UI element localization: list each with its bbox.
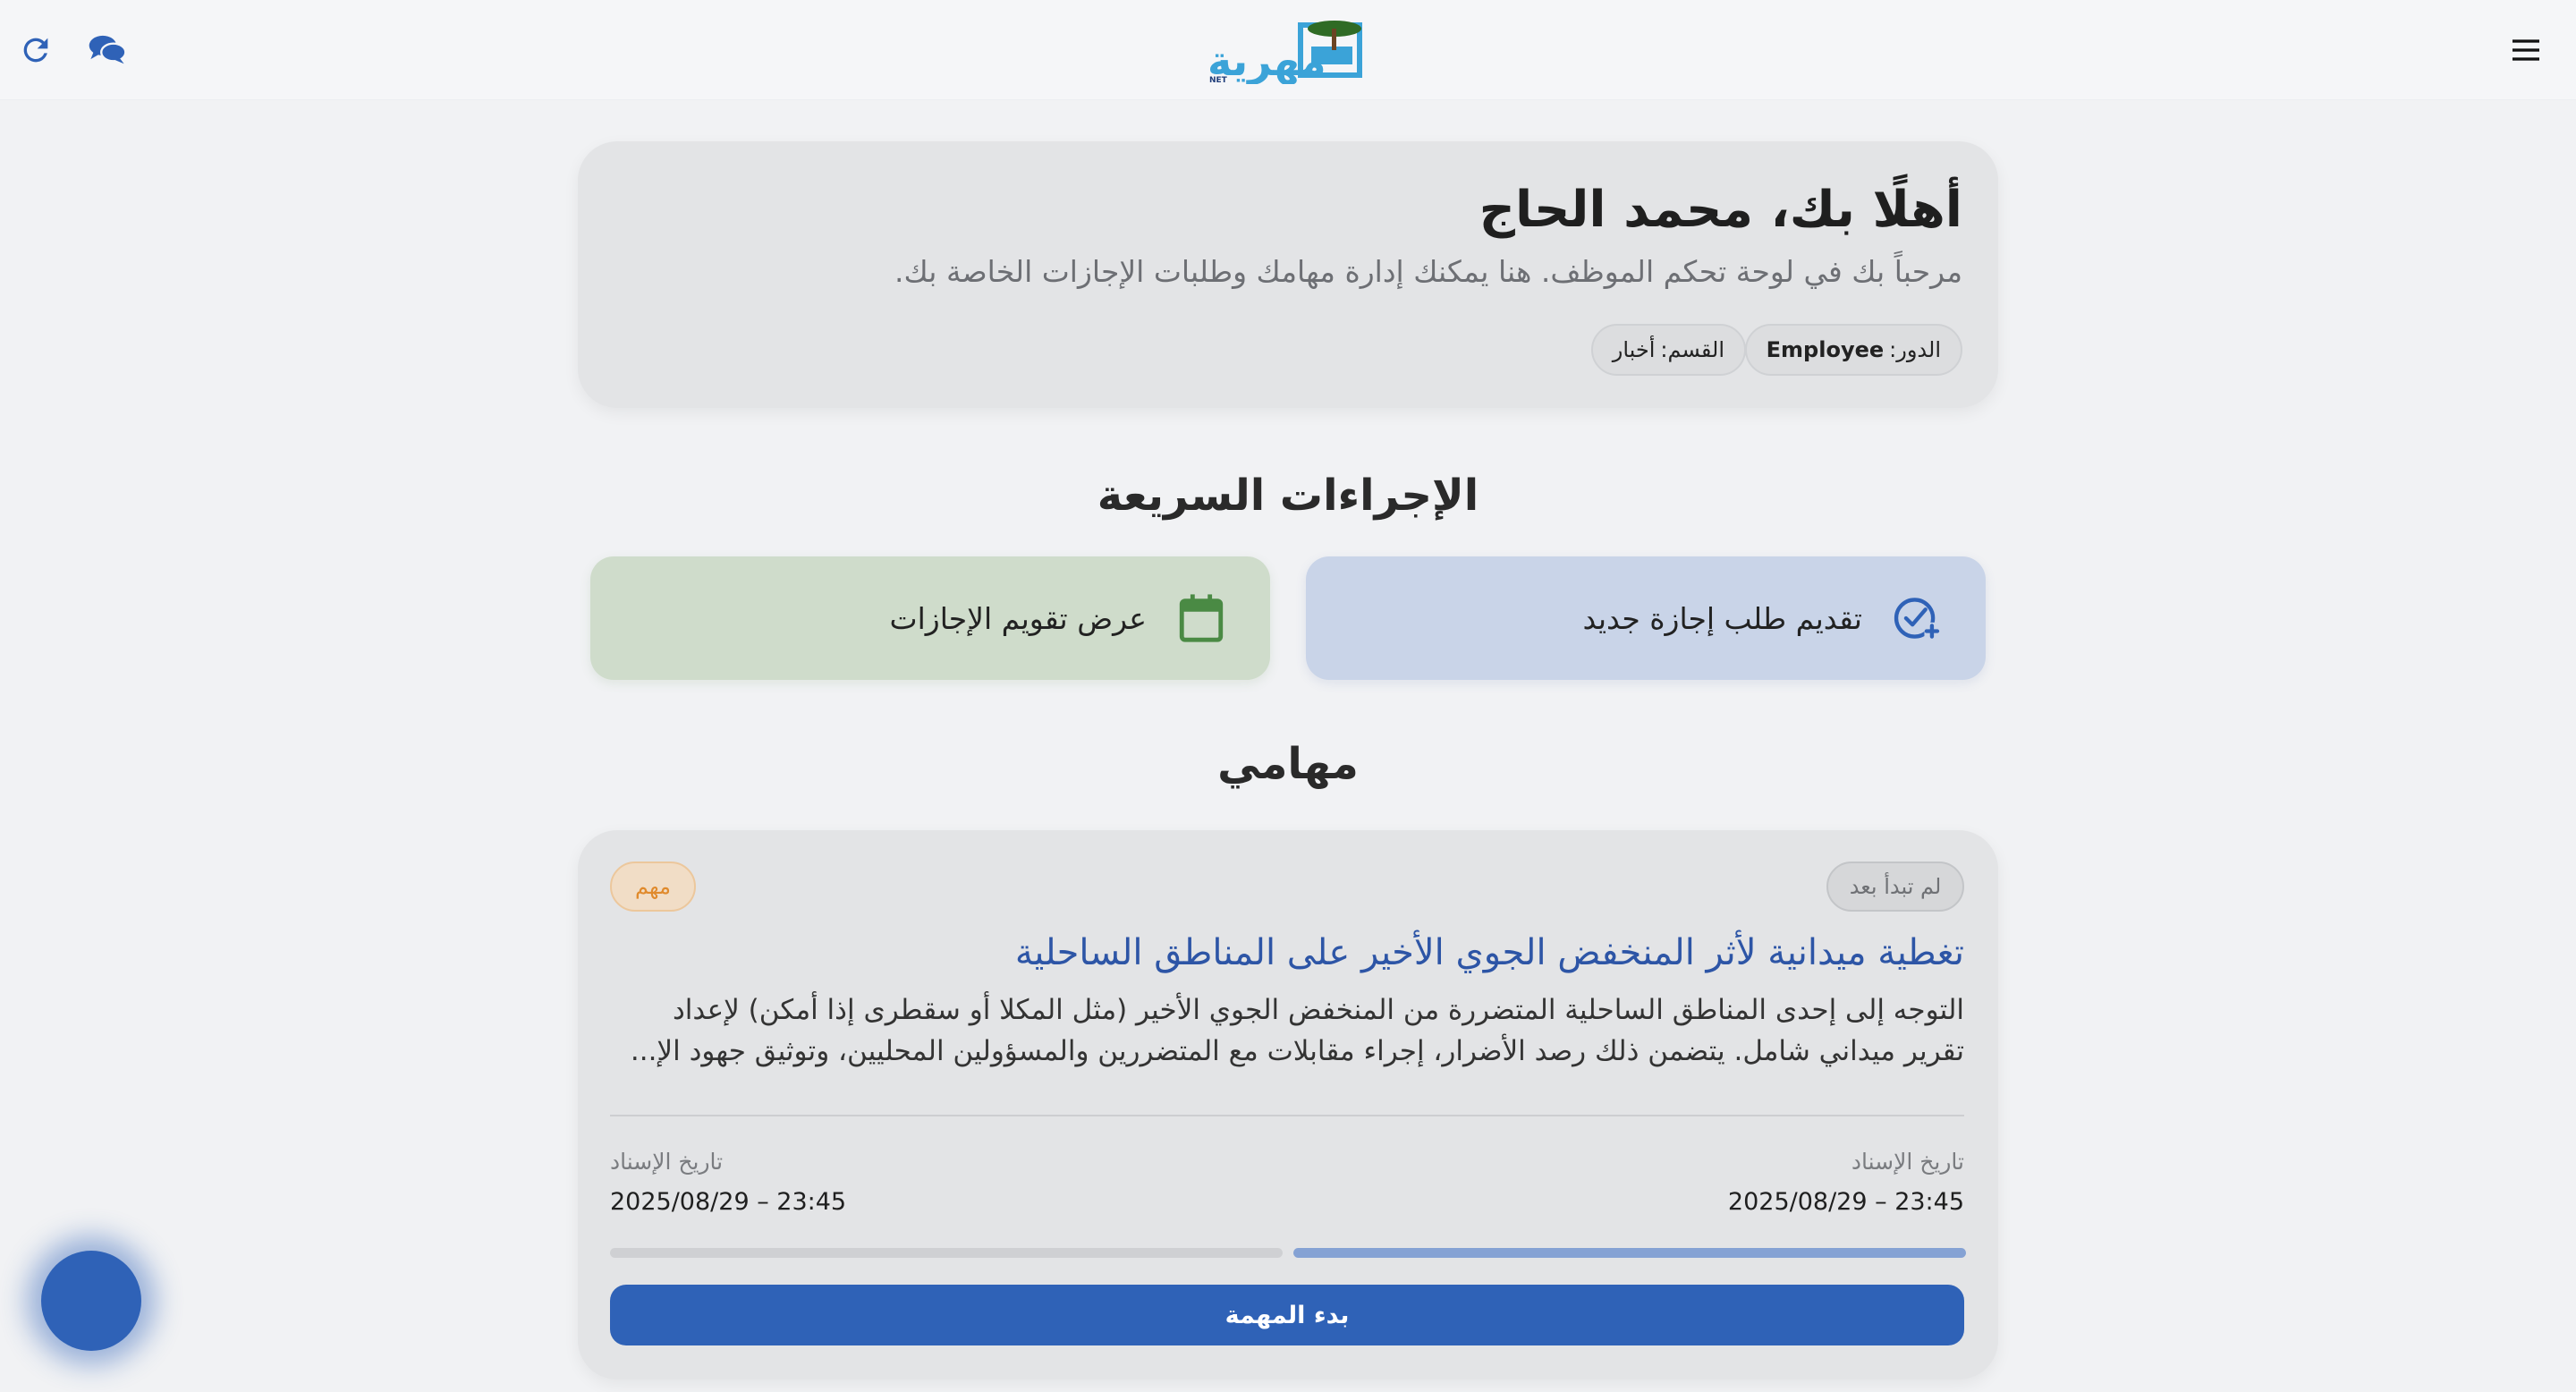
- site-logo[interactable]: مهرية NET: [1208, 16, 1365, 85]
- refresh-icon[interactable]: [13, 27, 59, 73]
- calendar-icon: [1175, 592, 1227, 644]
- task-priority-badge: مهم: [610, 862, 696, 912]
- task-progress-segment-filled: [1293, 1248, 1966, 1258]
- department-label: القسم:: [1660, 337, 1724, 362]
- role-label: الدور:: [1889, 337, 1941, 362]
- new-leave-request-button[interactable]: تقديم طلب إجازة جديد: [1306, 556, 1986, 680]
- new-leave-request-label: تقديم طلب إجازة جديد: [1582, 600, 1863, 636]
- role-value: Employee: [1766, 337, 1885, 362]
- department-chip: القسم: أخبار: [1590, 324, 1746, 376]
- assigned-date-label: تاريخ الإسناد: [1851, 1149, 1964, 1175]
- assigned-date-label-secondary: تاريخ الإسناد: [610, 1149, 724, 1175]
- task-card: لم تبدأ بعد مهم تغطية ميدانية لأثر المنخ…: [578, 830, 1998, 1379]
- leave-calendar-button[interactable]: عرض تقويم الإجازات: [590, 556, 1270, 680]
- hamburger-menu-icon[interactable]: [2503, 27, 2549, 73]
- start-task-button[interactable]: بدء المهمة: [610, 1285, 1964, 1345]
- task-status-badge: لم تبدأ بعد: [1826, 862, 1964, 912]
- welcome-title: أهلًا بك، محمد الحاج: [1479, 181, 1962, 239]
- top-bar: مهرية NET: [0, 0, 2576, 100]
- task-progress-segment-empty: [610, 1248, 1283, 1258]
- quick-actions-title: الإجراءات السريعة: [1097, 471, 1479, 521]
- task-divider: [610, 1115, 1964, 1116]
- check-plus-icon: [1891, 592, 1943, 644]
- svg-text:NET: NET: [1209, 76, 1228, 84]
- welcome-card: أهلًا بك، محمد الحاج مرحباً بك في لوحة ت…: [578, 141, 1998, 408]
- floating-action-button[interactable]: [41, 1251, 141, 1351]
- department-value: أخبار: [1612, 337, 1656, 362]
- welcome-subtitle: مرحباً بك في لوحة تحكم الموظف. هنا يمكنك…: [894, 254, 1962, 289]
- chat-bubbles-icon[interactable]: [84, 27, 131, 73]
- leave-calendar-label: عرض تقويم الإجازات: [889, 600, 1147, 636]
- task-title[interactable]: تغطية ميدانية لأثر المنخفض الجوي الأخير …: [1015, 932, 1964, 973]
- assigned-date-value-secondary: 2025/08/29 – 23:45: [610, 1188, 847, 1216]
- role-chip: الدور: Employee: [1744, 324, 1962, 376]
- tasks-title: مهامي: [1217, 739, 1359, 789]
- assigned-date-value: 2025/08/29 – 23:45: [1727, 1188, 1964, 1216]
- task-description: التوجه إلى إحدى المناطق الساحلية المتضرر…: [630, 994, 1964, 1067]
